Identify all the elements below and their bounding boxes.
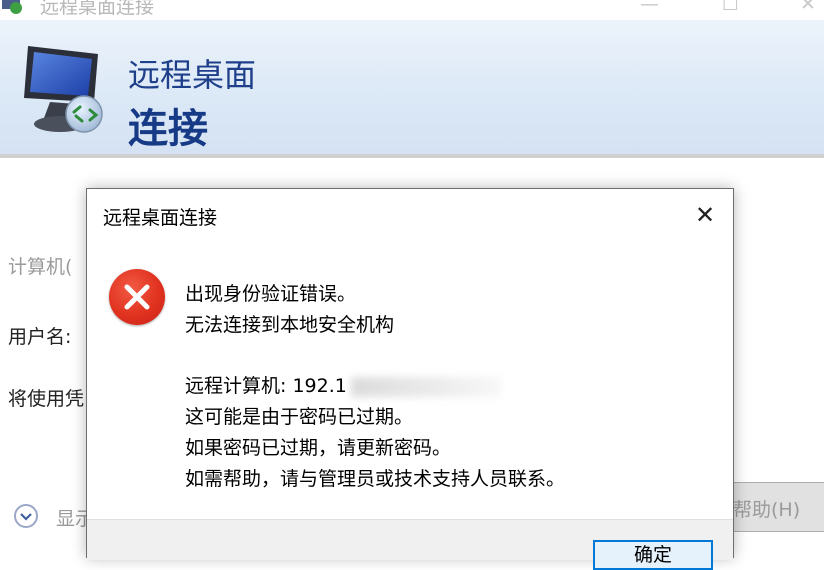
redacted-address bbox=[350, 376, 501, 397]
window-title: 远程桌面连接 bbox=[40, 0, 155, 18]
header-banner bbox=[0, 20, 824, 154]
dialog-title: 远程桌面连接 bbox=[103, 207, 218, 229]
banner-title: 连接 bbox=[128, 106, 208, 152]
username-label: 用户名: bbox=[8, 326, 72, 348]
help-button-label: 帮助(H) bbox=[733, 499, 801, 521]
error-dialog: 远程桌面连接 ✕ 出现身份验证错误。 无法连接到本地安全机构 远程计算机: 19… bbox=[86, 188, 734, 570]
error-detail: 无法连接到本地安全机构 bbox=[185, 314, 395, 336]
remote-computer-line: 远程计算机: 192.1 bbox=[185, 371, 501, 398]
contact-admin-text: 如需帮助，请与管理员或技术支持人员联系。 bbox=[185, 468, 566, 490]
show-options-label: 显示 bbox=[56, 508, 90, 530]
show-options-toggle[interactable]: 显示 bbox=[14, 502, 90, 532]
window-close-button[interactable]: ✕ bbox=[800, 0, 816, 16]
dialog-footer: 确定 bbox=[87, 519, 733, 570]
help-button[interactable]: 帮助(H) bbox=[732, 482, 824, 532]
error-icon bbox=[109, 269, 165, 325]
error-heading: 出现身份验证错误。 bbox=[185, 283, 357, 305]
window-titlebar: 远程桌面连接 — ☐ ✕ bbox=[0, 0, 824, 20]
update-password-text: 如果密码已过期，请更新密码。 bbox=[185, 437, 452, 459]
remote-computer-label: 远程计算机: bbox=[185, 375, 293, 397]
ok-button[interactable]: 确定 bbox=[593, 540, 713, 570]
remote-desktop-icon bbox=[24, 46, 103, 133]
close-icon[interactable]: ✕ bbox=[691, 201, 719, 229]
remote-desktop-icon bbox=[2, 0, 22, 14]
banner-subtitle: 远程桌面 bbox=[128, 56, 257, 94]
chevron-down-icon bbox=[14, 504, 38, 528]
minimize-button[interactable]: — bbox=[640, 0, 659, 16]
computer-label: 计算机( bbox=[8, 256, 73, 278]
maximize-button[interactable]: ☐ bbox=[722, 0, 739, 16]
password-expired-text: 这可能是由于密码已过期。 bbox=[185, 406, 414, 428]
remote-computer-value: 192.1 bbox=[292, 375, 347, 397]
credentials-label: 将使用凭 bbox=[8, 388, 85, 410]
